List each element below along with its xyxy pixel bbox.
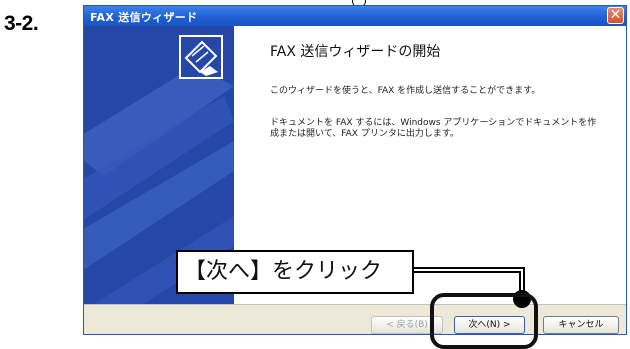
window-title: FAX 送信ウィザード [90,11,198,24]
close-button[interactable]: ✕ [607,7,624,24]
wizard-description-2: ドキュメントを FAX するには、Windows アプリケーションでドキュメント… [270,118,597,139]
cancel-button[interactable]: キャンセル [543,316,619,334]
step-label: 3-2. [4,12,39,35]
title-bar[interactable]: FAX 送信ウィザード ✕ [84,6,626,26]
callout-highlight-ring [430,293,538,349]
close-icon: ✕ [609,7,622,23]
callout-box: 【次へ】をクリック [176,250,414,294]
fax-machine-icon [179,35,223,79]
button-bar: < 戻る(B) 次へ(N) > キャンセル [84,304,626,334]
wizard-heading: FAX 送信ウィザードの開始 [270,44,441,60]
wizard-description: このウィザードを使うと、FAX を作成し送信することができます。 [270,86,541,96]
